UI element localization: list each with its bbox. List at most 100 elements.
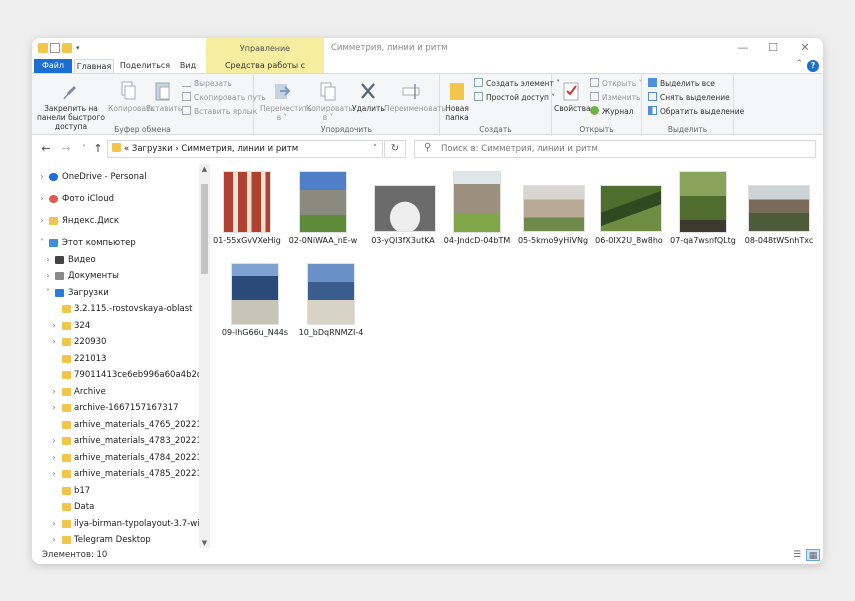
- chevron-right-icon[interactable]: ›: [49, 433, 59, 449]
- chevron-right-icon[interactable]: ›: [43, 252, 53, 268]
- refresh-button[interactable]: ↻: [384, 140, 406, 158]
- sidebar-item[interactable]: › arhive_materials_4783_20221007-1: [32, 433, 210, 449]
- sidebar-item[interactable]: › Документы: [32, 268, 199, 284]
- chevron-right-icon[interactable]: ›: [37, 169, 47, 185]
- chevron-right-icon[interactable]: ›: [49, 318, 59, 334]
- folder-icon: [62, 371, 71, 379]
- scrollbar-thumb[interactable]: [201, 184, 208, 274]
- paste-button[interactable]: Вставить: [146, 80, 182, 113]
- pin-quick-access-button[interactable]: Закрепить на панели быстрого доступа: [34, 80, 108, 131]
- sidebar-item[interactable]: › Видео: [32, 252, 199, 268]
- paste-shortcut-button[interactable]: Вставить ярлык: [182, 106, 257, 118]
- chevron-right-icon[interactable]: ›: [49, 384, 59, 400]
- sidebar-item[interactable]: b17: [32, 483, 199, 499]
- sidebar-item[interactable]: 3.2.115.-rostovskaya-oblast: [32, 301, 199, 317]
- sidebar-item[interactable]: › Яндекс.Диск: [32, 213, 199, 229]
- chevron-right-icon[interactable]: ›: [49, 466, 59, 482]
- sidebar-item[interactable]: arhive_materials_4765_20221007-1: [32, 417, 210, 433]
- help-icon[interactable]: ?: [807, 60, 819, 72]
- file-item[interactable]: 09-lhG66u_N44s: [220, 164, 290, 354]
- copy-button[interactable]: Копировать: [108, 80, 155, 113]
- scroll-up-icon[interactable]: ▲: [199, 164, 210, 174]
- new-folder-qa-icon[interactable]: [62, 43, 72, 53]
- image-thumbnail-icon[interactable]: [454, 172, 500, 232]
- sidebar-item[interactable]: › ilya-birman-typolayout-3.7-win: [32, 516, 205, 532]
- image-thumbnail-icon[interactable]: [680, 172, 726, 232]
- image-thumbnail-icon[interactable]: [232, 264, 278, 324]
- sidebar-item[interactable]: › Фото iCloud: [32, 191, 199, 207]
- properties-button[interactable]: Свойства: [554, 80, 591, 113]
- forward-button[interactable]: →: [58, 141, 74, 157]
- easy-access-button[interactable]: Простой доступ ˅: [474, 92, 555, 104]
- copy-to-button[interactable]: Копировать в ˅: [306, 80, 353, 122]
- sidebar-item[interactable]: 79011413ce6eb996a60a4b2dc4ab: [32, 367, 210, 383]
- qa-dropdown-icon[interactable]: ▾: [76, 43, 86, 53]
- select-all-button[interactable]: Выделить все: [648, 78, 715, 90]
- delete-button[interactable]: Удалить: [352, 80, 385, 113]
- address-dropdown-button[interactable]: ˅: [368, 141, 382, 157]
- open-button[interactable]: Открыть ˅: [590, 78, 642, 90]
- chevron-right-icon[interactable]: ›: [49, 334, 59, 350]
- search-input[interactable]: Поиск в: Симметрия, линии и ритм: [414, 140, 816, 158]
- new-folder-button[interactable]: Новая папка: [442, 80, 472, 122]
- file-item[interactable]: 04-JndcD-04bTM: [442, 164, 512, 354]
- sidebar-item[interactable]: › 220930: [32, 334, 199, 350]
- image-thumbnail-icon[interactable]: [375, 186, 435, 231]
- tab-share[interactable]: Поделиться: [118, 59, 172, 73]
- chevron-down-icon[interactable]: ˅: [37, 235, 47, 251]
- collapse-ribbon-button[interactable]: ⌃: [795, 59, 803, 69]
- image-thumbnail-icon[interactable]: [601, 186, 661, 231]
- sidebar-item[interactable]: › Telegram Desktop: [32, 532, 199, 548]
- edit-button[interactable]: Изменить: [590, 92, 640, 104]
- minimize-button[interactable]: —: [728, 38, 758, 59]
- move-to-button[interactable]: Переместить в ˅: [260, 80, 312, 122]
- close-button[interactable]: ✕: [790, 38, 820, 59]
- file-item[interactable]: 08-048tWSnhTxc: [744, 164, 814, 354]
- sidebar-item[interactable]: › arhive_materials_4785_20221007-1: [32, 466, 210, 482]
- image-thumbnail-icon[interactable]: [749, 186, 809, 231]
- rename-button[interactable]: Переименовать: [384, 80, 446, 113]
- chevron-right-icon[interactable]: ›: [49, 400, 59, 416]
- sidebar-item[interactable]: ˅ Этот компьютер: [32, 235, 199, 251]
- chevron-down-icon[interactable]: ˅: [43, 285, 53, 301]
- file-item[interactable]: 07-qa7wsnfQLtg: [668, 164, 738, 354]
- invert-selection-button[interactable]: Обратить выделение: [648, 106, 744, 118]
- file-item[interactable]: 05-5kmo9yHiVNg: [518, 164, 588, 354]
- sidebar-item[interactable]: ˅ Загрузки: [32, 285, 199, 301]
- tab-picture-tools[interactable]: Средства работы с рисунками: [206, 59, 324, 84]
- new-item-button[interactable]: Создать элемент ˅: [474, 78, 560, 90]
- sidebar-item[interactable]: › Archive: [32, 384, 199, 400]
- tab-home[interactable]: Главная: [74, 59, 114, 73]
- scroll-down-icon[interactable]: ▼: [199, 538, 210, 548]
- properties-qa-icon[interactable]: [50, 43, 60, 53]
- tab-file[interactable]: Файл: [34, 59, 72, 73]
- image-thumbnail-icon[interactable]: [308, 264, 354, 324]
- file-item[interactable]: 06-0IX2U_8w8ho: [594, 164, 664, 354]
- sidebar-item[interactable]: › OneDrive - Personal: [32, 169, 199, 185]
- chevron-right-icon[interactable]: ›: [49, 532, 59, 548]
- details-view-icon[interactable]: ☰: [790, 549, 804, 561]
- sidebar-scrollbar[interactable]: ▲ ▼: [199, 164, 210, 548]
- file-item[interactable]: 10_bDqRNMZI-4: [296, 164, 366, 354]
- select-none-button[interactable]: Снять выделение: [648, 92, 730, 104]
- history-button[interactable]: Журнал: [590, 106, 634, 118]
- address-bar[interactable]: « Загрузки › Симметрия, линии и ритм: [107, 140, 383, 158]
- chevron-right-icon[interactable]: ›: [37, 213, 47, 229]
- cut-button[interactable]: Вырезать: [182, 78, 232, 90]
- chevron-right-icon[interactable]: ›: [49, 516, 59, 532]
- file-item[interactable]: 03-yQI3fX3utKA: [368, 164, 438, 354]
- chevron-right-icon[interactable]: ›: [49, 450, 59, 466]
- sidebar-item[interactable]: Data: [32, 499, 199, 515]
- sidebar-item[interactable]: › archive-1667157167317: [32, 400, 199, 416]
- up-button[interactable]: ↑: [90, 141, 106, 157]
- tab-view[interactable]: Вид: [174, 59, 202, 73]
- chevron-right-icon[interactable]: ›: [43, 268, 53, 284]
- large-icons-view-icon[interactable]: ▦: [806, 549, 820, 561]
- sidebar-item[interactable]: 221013: [32, 351, 199, 367]
- image-thumbnail-icon[interactable]: [524, 186, 584, 231]
- back-button[interactable]: ←: [38, 141, 54, 157]
- chevron-right-icon[interactable]: ›: [37, 191, 47, 207]
- maximize-button[interactable]: ☐: [758, 38, 788, 59]
- sidebar-item[interactable]: › arhive_materials_4784_20221007-1: [32, 450, 210, 466]
- sidebar-item[interactable]: › 324: [32, 318, 199, 334]
